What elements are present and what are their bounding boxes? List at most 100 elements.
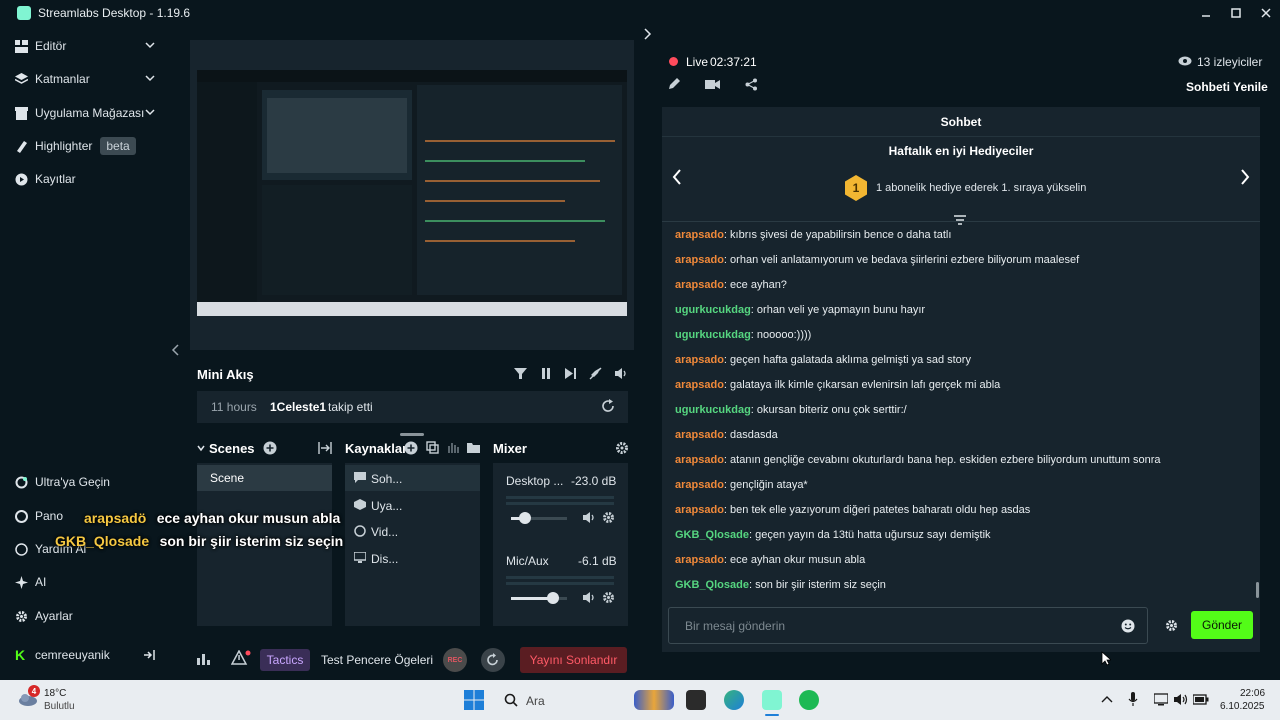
gear-icon[interactable] [602, 591, 615, 604]
share-icon[interactable] [745, 78, 758, 91]
file-explorer-icon[interactable] [686, 690, 706, 710]
sidebar-item-ai[interactable]: AI [15, 571, 160, 593]
clip-icon[interactable] [705, 77, 720, 90]
filter-icon[interactable] [514, 367, 527, 380]
chat-user[interactable]: arapsado [675, 504, 724, 516]
chat-text: kıbrıs şivesi de yapabilirsin bence o da… [730, 229, 952, 241]
volume-icon[interactable] [614, 367, 628, 380]
chevron-up-icon[interactable] [1101, 694, 1113, 704]
pause-icon[interactable] [540, 367, 552, 380]
chat-message: arapsado: ece ayhan? [675, 279, 787, 291]
chat-user[interactable]: GKB_Qlosade [675, 579, 749, 591]
maximize-icon[interactable] [1222, 0, 1250, 26]
mixer-channel-db: -23.0 dB [571, 474, 617, 488]
chat-user[interactable]: arapsado [675, 254, 724, 266]
refresh-icon[interactable] [601, 399, 615, 413]
battery-icon[interactable] [1193, 694, 1209, 705]
chat-user[interactable]: arapsado [675, 379, 724, 391]
logout-icon[interactable] [143, 649, 155, 661]
source-item[interactable]: Dis... [371, 552, 398, 566]
resize-handle-2[interactable] [400, 433, 424, 436]
weather-widget[interactable]: 4 [17, 685, 40, 707]
edge-browser-icon[interactable] [724, 690, 744, 710]
refresh-chat-button[interactable]: Sohbeti Yenile [1186, 80, 1268, 94]
sources-title: Kaynaklar [345, 441, 408, 456]
gear-icon[interactable] [615, 441, 629, 455]
gear-icon[interactable] [602, 511, 615, 524]
chevron-right-icon[interactable] [1238, 168, 1252, 186]
chat-title: Sohbet [662, 107, 1260, 137]
scene-transitions-icon[interactable] [318, 441, 332, 455]
search-highlight-icon[interactable] [634, 690, 674, 710]
chat-scrollbar[interactable] [1256, 582, 1259, 598]
send-button[interactable]: Gönder [1191, 611, 1253, 639]
chat-user[interactable]: arapsado [675, 279, 724, 291]
microphone-icon[interactable] [1128, 692, 1138, 707]
sidebar-item-editor[interactable]: Editör [15, 35, 160, 57]
chat-message: GKB_Qlosade: son bir şiir isterim siz se… [675, 579, 886, 591]
edit-icon[interactable] [668, 77, 681, 90]
spotify-icon[interactable] [799, 690, 819, 710]
speaker-icon[interactable] [582, 511, 595, 524]
streamlabs-taskbar-icon[interactable] [762, 690, 782, 710]
chat-user[interactable]: arapsado [675, 429, 724, 441]
scene-item[interactable]: Scene [197, 465, 332, 491]
volume-slider-knob[interactable] [519, 512, 531, 524]
sidebar-item-label: Highlighter [35, 139, 93, 153]
collapse-left-icon[interactable] [170, 343, 180, 357]
beta-badge: beta [100, 137, 136, 155]
chat-user[interactable]: arapsado [675, 229, 724, 241]
sidebar-item-settings[interactable]: Ayarlar [15, 605, 160, 627]
source-item[interactable]: Vid... [371, 525, 398, 539]
gear-icon [16, 610, 27, 622]
highlighter-icon [17, 140, 27, 153]
sidebar-item-recordings[interactable]: Kayıtlar [15, 168, 160, 190]
volume-slider-knob[interactable] [547, 592, 559, 604]
chat-user[interactable]: arapsado [675, 554, 724, 566]
taskbar-search[interactable]: Ara [496, 688, 626, 712]
source-item[interactable]: Soh... [371, 472, 402, 486]
chat-user[interactable]: GKB_Qlosade [675, 529, 749, 541]
sidebar-item-layers[interactable]: Katmanlar [15, 68, 160, 90]
chat-user[interactable]: arapsado [675, 354, 724, 366]
chevron-left-icon[interactable] [670, 168, 684, 186]
source-item[interactable]: Uya... [371, 499, 402, 513]
speaker-icon[interactable] [1173, 693, 1188, 706]
group-icon[interactable] [426, 441, 439, 454]
menu-handle-icon[interactable] [953, 215, 967, 227]
chevron-down-icon[interactable] [197, 443, 205, 453]
add-scene-icon[interactable] [263, 441, 277, 455]
chat-input[interactable]: Bir mesaj gönderin [668, 607, 1148, 644]
collapse-right-icon[interactable] [643, 27, 653, 41]
hand-icon[interactable] [446, 441, 459, 454]
chat-text: ece ayhan okur musun abla [730, 554, 866, 566]
stats-icon[interactable] [197, 653, 210, 665]
tactics-tag[interactable]: Tactics [260, 649, 310, 671]
sidebar-user[interactable]: K cemreeuyanik [15, 644, 160, 666]
sidebar-item-ultra[interactable]: Ultra'ya Geçin [15, 471, 160, 493]
replay-button[interactable] [481, 648, 505, 672]
chat-user[interactable]: arapsado [675, 479, 724, 491]
chat-user[interactable]: arapsado [675, 454, 724, 466]
end-stream-button[interactable]: Yayını Sonlandır [520, 647, 627, 673]
warning-icon[interactable] [231, 650, 251, 666]
skip-icon[interactable] [564, 367, 577, 380]
chat-user[interactable]: ugurkucukdag [675, 404, 751, 416]
speaker-icon[interactable] [582, 591, 595, 604]
add-source-icon[interactable] [404, 441, 418, 455]
help-icon [15, 542, 28, 556]
minimize-icon[interactable] [1192, 0, 1220, 26]
overlay-user: GKB_Qlosade [55, 533, 150, 549]
mute-alerts-icon[interactable] [589, 367, 602, 380]
gear-icon[interactable] [1165, 619, 1178, 632]
emoji-icon[interactable] [1121, 619, 1135, 633]
chat-user[interactable]: ugurkucukdag [675, 304, 751, 316]
folder-icon[interactable] [467, 441, 480, 454]
rec-button[interactable]: REC [443, 648, 467, 672]
windows-start-icon[interactable] [464, 690, 484, 710]
close-icon[interactable] [1252, 0, 1280, 26]
sidebar-item-highlighter[interactable]: Highlighter beta [15, 135, 160, 157]
network-icon[interactable] [1154, 693, 1168, 706]
sidebar-item-app-store[interactable]: Uygulama Mağazası [15, 102, 160, 124]
chat-user[interactable]: ugurkucukdag [675, 329, 751, 341]
